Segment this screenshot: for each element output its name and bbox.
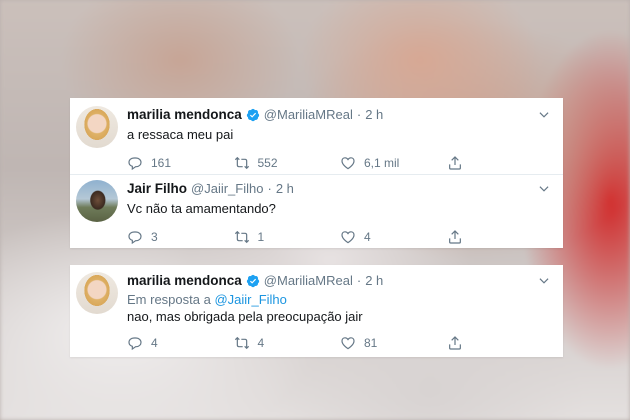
reply-button[interactable]: 3 xyxy=(127,229,234,245)
reply-icon xyxy=(128,337,142,351)
reply-count: 161 xyxy=(151,156,172,170)
tweet-text: Vc não ta amamentando? xyxy=(127,201,276,216)
tweet-actions: 3 1 4 xyxy=(127,228,553,246)
retweet-count: 1 xyxy=(257,230,265,244)
avatar[interactable] xyxy=(76,272,118,314)
reply-prefix: Em resposta a xyxy=(127,292,211,307)
like-button[interactable]: 81 xyxy=(340,335,447,351)
reply-button[interactable]: 161 xyxy=(127,155,234,171)
avatar[interactable] xyxy=(76,106,118,148)
divider xyxy=(70,174,563,175)
tweet-thread-card: marilia mendonca @MariliaMReal · 2 h a r… xyxy=(70,98,563,248)
handle[interactable]: @Jaiir_Filho xyxy=(191,180,263,198)
share-icon xyxy=(448,230,461,244)
separator-dot: · xyxy=(356,107,362,122)
like-button[interactable]: 6,1 mil xyxy=(340,155,447,171)
timestamp[interactable]: 2 h xyxy=(365,272,383,290)
retweet-button[interactable]: 4 xyxy=(234,335,341,351)
like-count: 6,1 mil xyxy=(364,156,400,170)
chevron-down-icon[interactable] xyxy=(537,108,551,122)
timestamp[interactable]: 2 h xyxy=(276,180,294,198)
separator-dot: · xyxy=(267,181,272,196)
retweet-icon xyxy=(234,230,249,244)
share-button[interactable] xyxy=(447,335,554,351)
tweet-actions: 161 552 6,1 mil xyxy=(127,154,553,172)
share-button[interactable] xyxy=(447,229,554,245)
share-button[interactable] xyxy=(447,155,554,171)
tweet-reply-card: marilia mendonca @MariliaMReal · 2 h Em … xyxy=(70,265,563,357)
like-icon xyxy=(341,157,355,170)
like-icon xyxy=(341,337,355,350)
reply-count: 4 xyxy=(151,336,158,350)
share-icon xyxy=(448,156,461,170)
retweet-count: 552 xyxy=(257,156,278,170)
reply-icon xyxy=(128,157,142,171)
verified-badge-icon xyxy=(246,274,259,288)
separator-dot: · xyxy=(356,273,362,288)
like-count: 81 xyxy=(364,336,378,350)
tweet-text: nao, mas obrigada pela preocupação jair xyxy=(127,309,363,324)
share-icon xyxy=(448,336,461,350)
retweet-icon xyxy=(234,336,249,350)
display-name[interactable]: marilia mendonca xyxy=(127,106,242,124)
like-icon xyxy=(341,231,355,244)
reply-count: 3 xyxy=(151,230,158,244)
like-count: 4 xyxy=(364,230,371,244)
tweet-actions: 4 4 81 xyxy=(127,334,553,352)
reply-button[interactable]: 4 xyxy=(127,335,234,351)
reply-context: Em resposta a @Jaiir_Filho xyxy=(127,291,553,308)
reply-mention-link[interactable]: @Jaiir_Filho xyxy=(214,292,286,307)
retweet-icon xyxy=(234,156,249,170)
retweet-count: 4 xyxy=(257,336,265,350)
retweet-button[interactable]: 552 xyxy=(234,155,341,171)
reply-icon xyxy=(128,231,142,245)
handle[interactable]: @MariliaMReal xyxy=(264,272,353,290)
verified-badge-icon xyxy=(246,108,259,122)
chevron-down-icon[interactable] xyxy=(537,274,551,288)
tweet-text: a ressaca meu pai xyxy=(127,127,234,142)
display-name[interactable]: marilia mendonca xyxy=(127,272,242,290)
like-button[interactable]: 4 xyxy=(340,229,447,245)
handle[interactable]: @MariliaMReal xyxy=(264,106,353,124)
avatar[interactable] xyxy=(76,180,118,222)
chevron-down-icon[interactable] xyxy=(537,182,551,196)
display-name[interactable]: Jair Filho xyxy=(127,180,187,198)
retweet-button[interactable]: 1 xyxy=(234,229,341,245)
timestamp[interactable]: 2 h xyxy=(365,106,383,124)
